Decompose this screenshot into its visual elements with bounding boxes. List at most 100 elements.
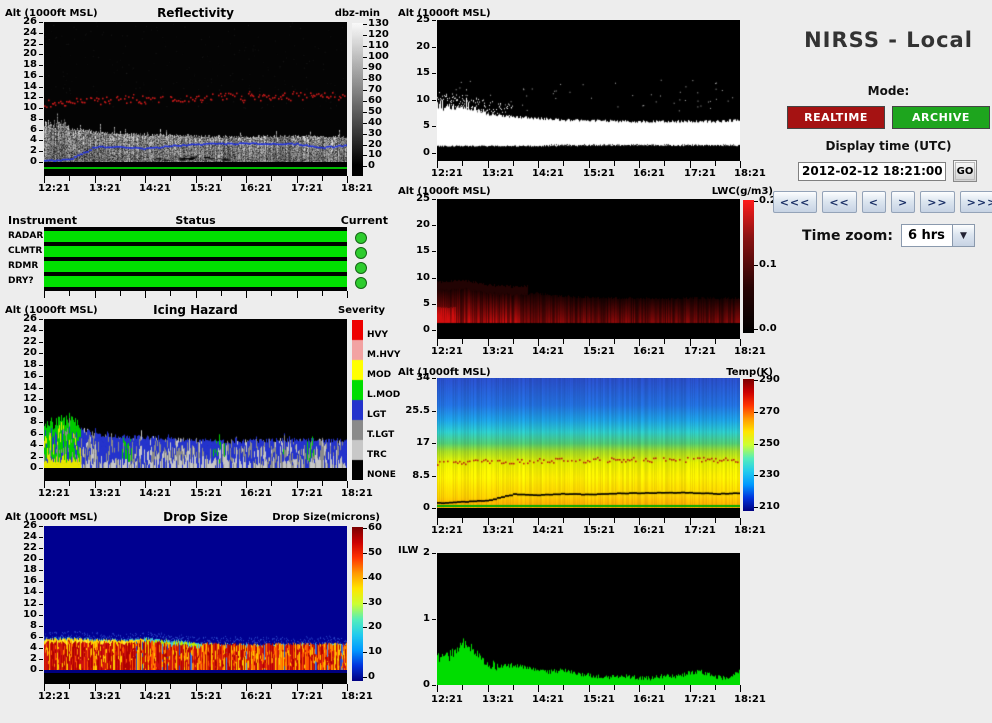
severity-label: TRC — [367, 450, 387, 460]
archive-button[interactable]: ARCHIVE — [892, 106, 990, 129]
severity-label: M.HVY — [367, 350, 401, 360]
axis-tick — [690, 339, 691, 346]
time-zoom-value: 6 hrs — [907, 228, 945, 243]
y-tick-label: 4 — [30, 134, 37, 145]
severity-label: L.MOD — [367, 390, 401, 400]
axis-tick — [39, 151, 43, 152]
current-status-led — [355, 262, 367, 274]
step-forward-small-button[interactable]: > — [891, 191, 916, 213]
axis-tick — [614, 685, 615, 690]
axis-tick — [145, 291, 146, 298]
x-tick-label: 18:21 — [341, 691, 373, 702]
axis-tick — [39, 434, 43, 435]
axis-tick — [432, 225, 436, 226]
axis-tick — [39, 65, 43, 66]
go-button[interactable]: GO — [953, 160, 977, 182]
surface-line — [44, 167, 347, 169]
axis-tick — [347, 291, 348, 298]
column-header-status: Status — [175, 214, 216, 227]
colorbar-tick-label: 70 — [368, 84, 382, 95]
axis-tick — [754, 507, 758, 508]
y-tick-label: 22 — [23, 336, 37, 347]
x-tick-label: 18:21 — [734, 694, 766, 705]
lwc-heatmap-canvas — [437, 199, 740, 330]
axis-tick — [538, 518, 539, 525]
x-tick-label: 18:21 — [341, 488, 373, 499]
chevron-down-icon[interactable]: ▼ — [951, 225, 974, 246]
axis-tick — [39, 119, 43, 120]
axis-tick — [563, 339, 564, 344]
axis-tick — [39, 537, 43, 538]
axis-tick — [322, 481, 323, 486]
panel-title: Drop Size — [163, 510, 228, 524]
panel-title: Icing Hazard — [153, 303, 238, 317]
y-tick-label: 10 — [416, 272, 430, 283]
x-tick-label: 12:21 — [431, 346, 463, 357]
x-tick-label: 16:21 — [633, 168, 665, 179]
axis-tick — [145, 481, 146, 488]
step-forward-medium-button[interactable]: >> — [920, 191, 955, 213]
axis-tick — [462, 339, 463, 344]
axis-tick — [690, 161, 691, 168]
y-tick-label: 6 — [30, 428, 37, 439]
step-back-large-button[interactable]: <<< — [772, 191, 818, 213]
axis-tick — [246, 176, 247, 183]
time-zoom-select[interactable]: 6 hrs ▼ — [900, 224, 975, 247]
severity-label: NONE — [367, 470, 396, 480]
realtime-button[interactable]: REALTIME — [787, 106, 885, 129]
alt-axis-label: Alt (1000ft MSL) — [5, 305, 98, 316]
ground-strip — [44, 162, 347, 176]
axis-tick — [347, 176, 348, 183]
column-header-instrument: Instrument — [8, 214, 77, 227]
axis-tick — [39, 670, 43, 671]
current-status-led — [355, 232, 367, 244]
axis-tick — [39, 468, 43, 469]
axis-tick — [538, 161, 539, 168]
step-forward-large-button[interactable]: >>> — [959, 191, 992, 213]
nirss-display: Alt (1000ft MSL) Reflectivity dbz-min 02… — [0, 0, 992, 723]
x-tick-label: 16:21 — [240, 488, 272, 499]
colorbar-tick-label: 40 — [368, 572, 382, 583]
alt-axis-label: Alt (1000ft MSL) — [398, 186, 491, 197]
axis-tick — [39, 97, 43, 98]
axis-tick — [297, 176, 298, 183]
axis-tick — [363, 46, 367, 47]
step-back-medium-button[interactable]: << — [822, 191, 857, 213]
axis-tick — [39, 570, 43, 571]
axis-tick — [322, 176, 323, 181]
time-entry-row: GO — [798, 160, 977, 182]
y-tick-label: 0 — [30, 664, 37, 675]
axis-tick — [488, 518, 489, 525]
display-time-input[interactable] — [798, 161, 946, 181]
axis-tick — [39, 353, 43, 354]
colorbar-tick-label: 10 — [368, 646, 382, 657]
x-tick-label: 16:21 — [633, 346, 665, 357]
x-tick-label: 14:21 — [139, 183, 171, 194]
colorbar-tick-label: 0 — [368, 160, 375, 171]
axis-tick — [347, 684, 348, 691]
axis-tick — [69, 176, 70, 181]
x-tick-label: 13:21 — [482, 694, 514, 705]
drop-size-colorbar — [352, 527, 363, 681]
axis-tick — [432, 199, 436, 200]
axis-tick — [363, 35, 367, 36]
axis-tick — [363, 112, 367, 113]
axis-tick — [363, 145, 367, 146]
axis-tick — [39, 637, 43, 638]
x-tick-label: 15:21 — [583, 525, 615, 536]
colorbar-tick-label: 100 — [368, 51, 389, 62]
axis-tick — [513, 161, 514, 166]
colorbar-tick-label: 120 — [368, 29, 389, 40]
axis-tick — [740, 518, 741, 525]
temperature-colorbar — [743, 379, 754, 511]
axis-tick — [170, 291, 171, 296]
step-back-small-button[interactable]: < — [861, 191, 886, 213]
colorbar-tick-label: 110 — [368, 40, 389, 51]
y-tick-label: 0 — [30, 156, 37, 167]
y-tick-label: 16 — [23, 370, 37, 381]
x-tick-label: 17:21 — [291, 488, 323, 499]
axis-tick — [95, 684, 96, 691]
y-tick-label: 15 — [416, 245, 430, 256]
y-tick-label: 6 — [30, 631, 37, 642]
axis-tick — [95, 291, 96, 298]
